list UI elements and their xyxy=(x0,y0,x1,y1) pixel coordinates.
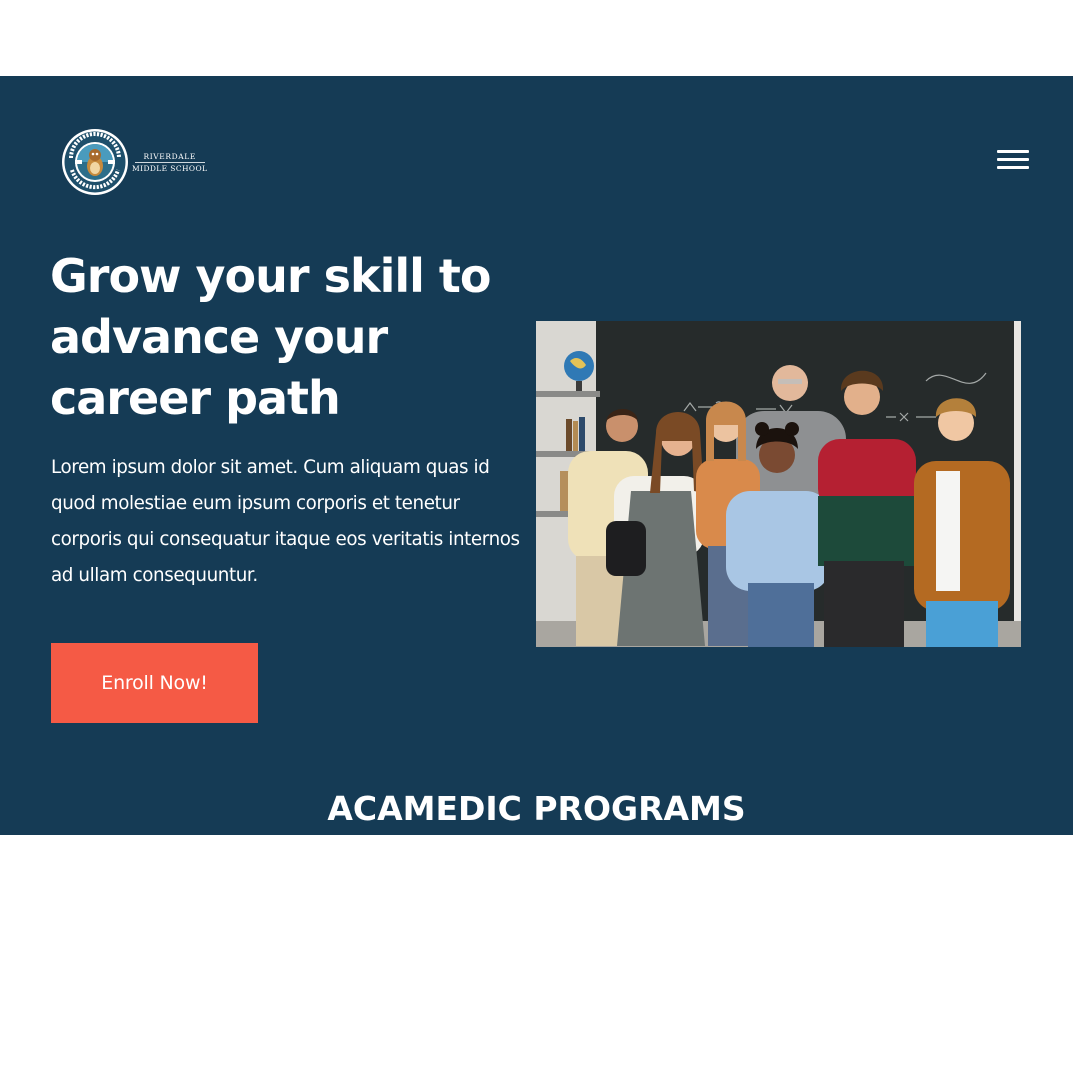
hero-title-line: career path xyxy=(50,371,341,425)
hero-photo xyxy=(536,321,1021,647)
hero-title-line: advance your xyxy=(50,310,388,364)
school-name-line1: RIVERDALE xyxy=(143,151,196,161)
hamburger-menu-icon[interactable] xyxy=(997,146,1035,172)
hero-title-line: Grow your skill to xyxy=(50,249,491,303)
hero-section: RIVERDALE MIDDLE SCHOOL Grow your skill … xyxy=(0,76,1073,835)
menu-bar xyxy=(997,157,1029,161)
school-name: RIVERDALE MIDDLE SCHOOL xyxy=(132,152,207,173)
enroll-now-button[interactable]: Enroll Now! xyxy=(51,643,258,723)
school-seal-icon xyxy=(62,129,128,195)
menu-bar xyxy=(997,165,1029,169)
menu-bar xyxy=(997,149,1029,153)
hero-description: Lorem ipsum dolor sit amet. Cum aliquam … xyxy=(51,457,520,586)
academic-programs-heading: ACAMEDIC PROGRAMS xyxy=(327,789,746,828)
hero-title: Grow your skill to advance your career p… xyxy=(50,246,530,429)
logo-divider xyxy=(134,161,205,163)
school-logo[interactable]: RIVERDALE MIDDLE SCHOOL xyxy=(61,128,207,196)
school-name-line2: MIDDLE SCHOOL xyxy=(132,163,208,173)
